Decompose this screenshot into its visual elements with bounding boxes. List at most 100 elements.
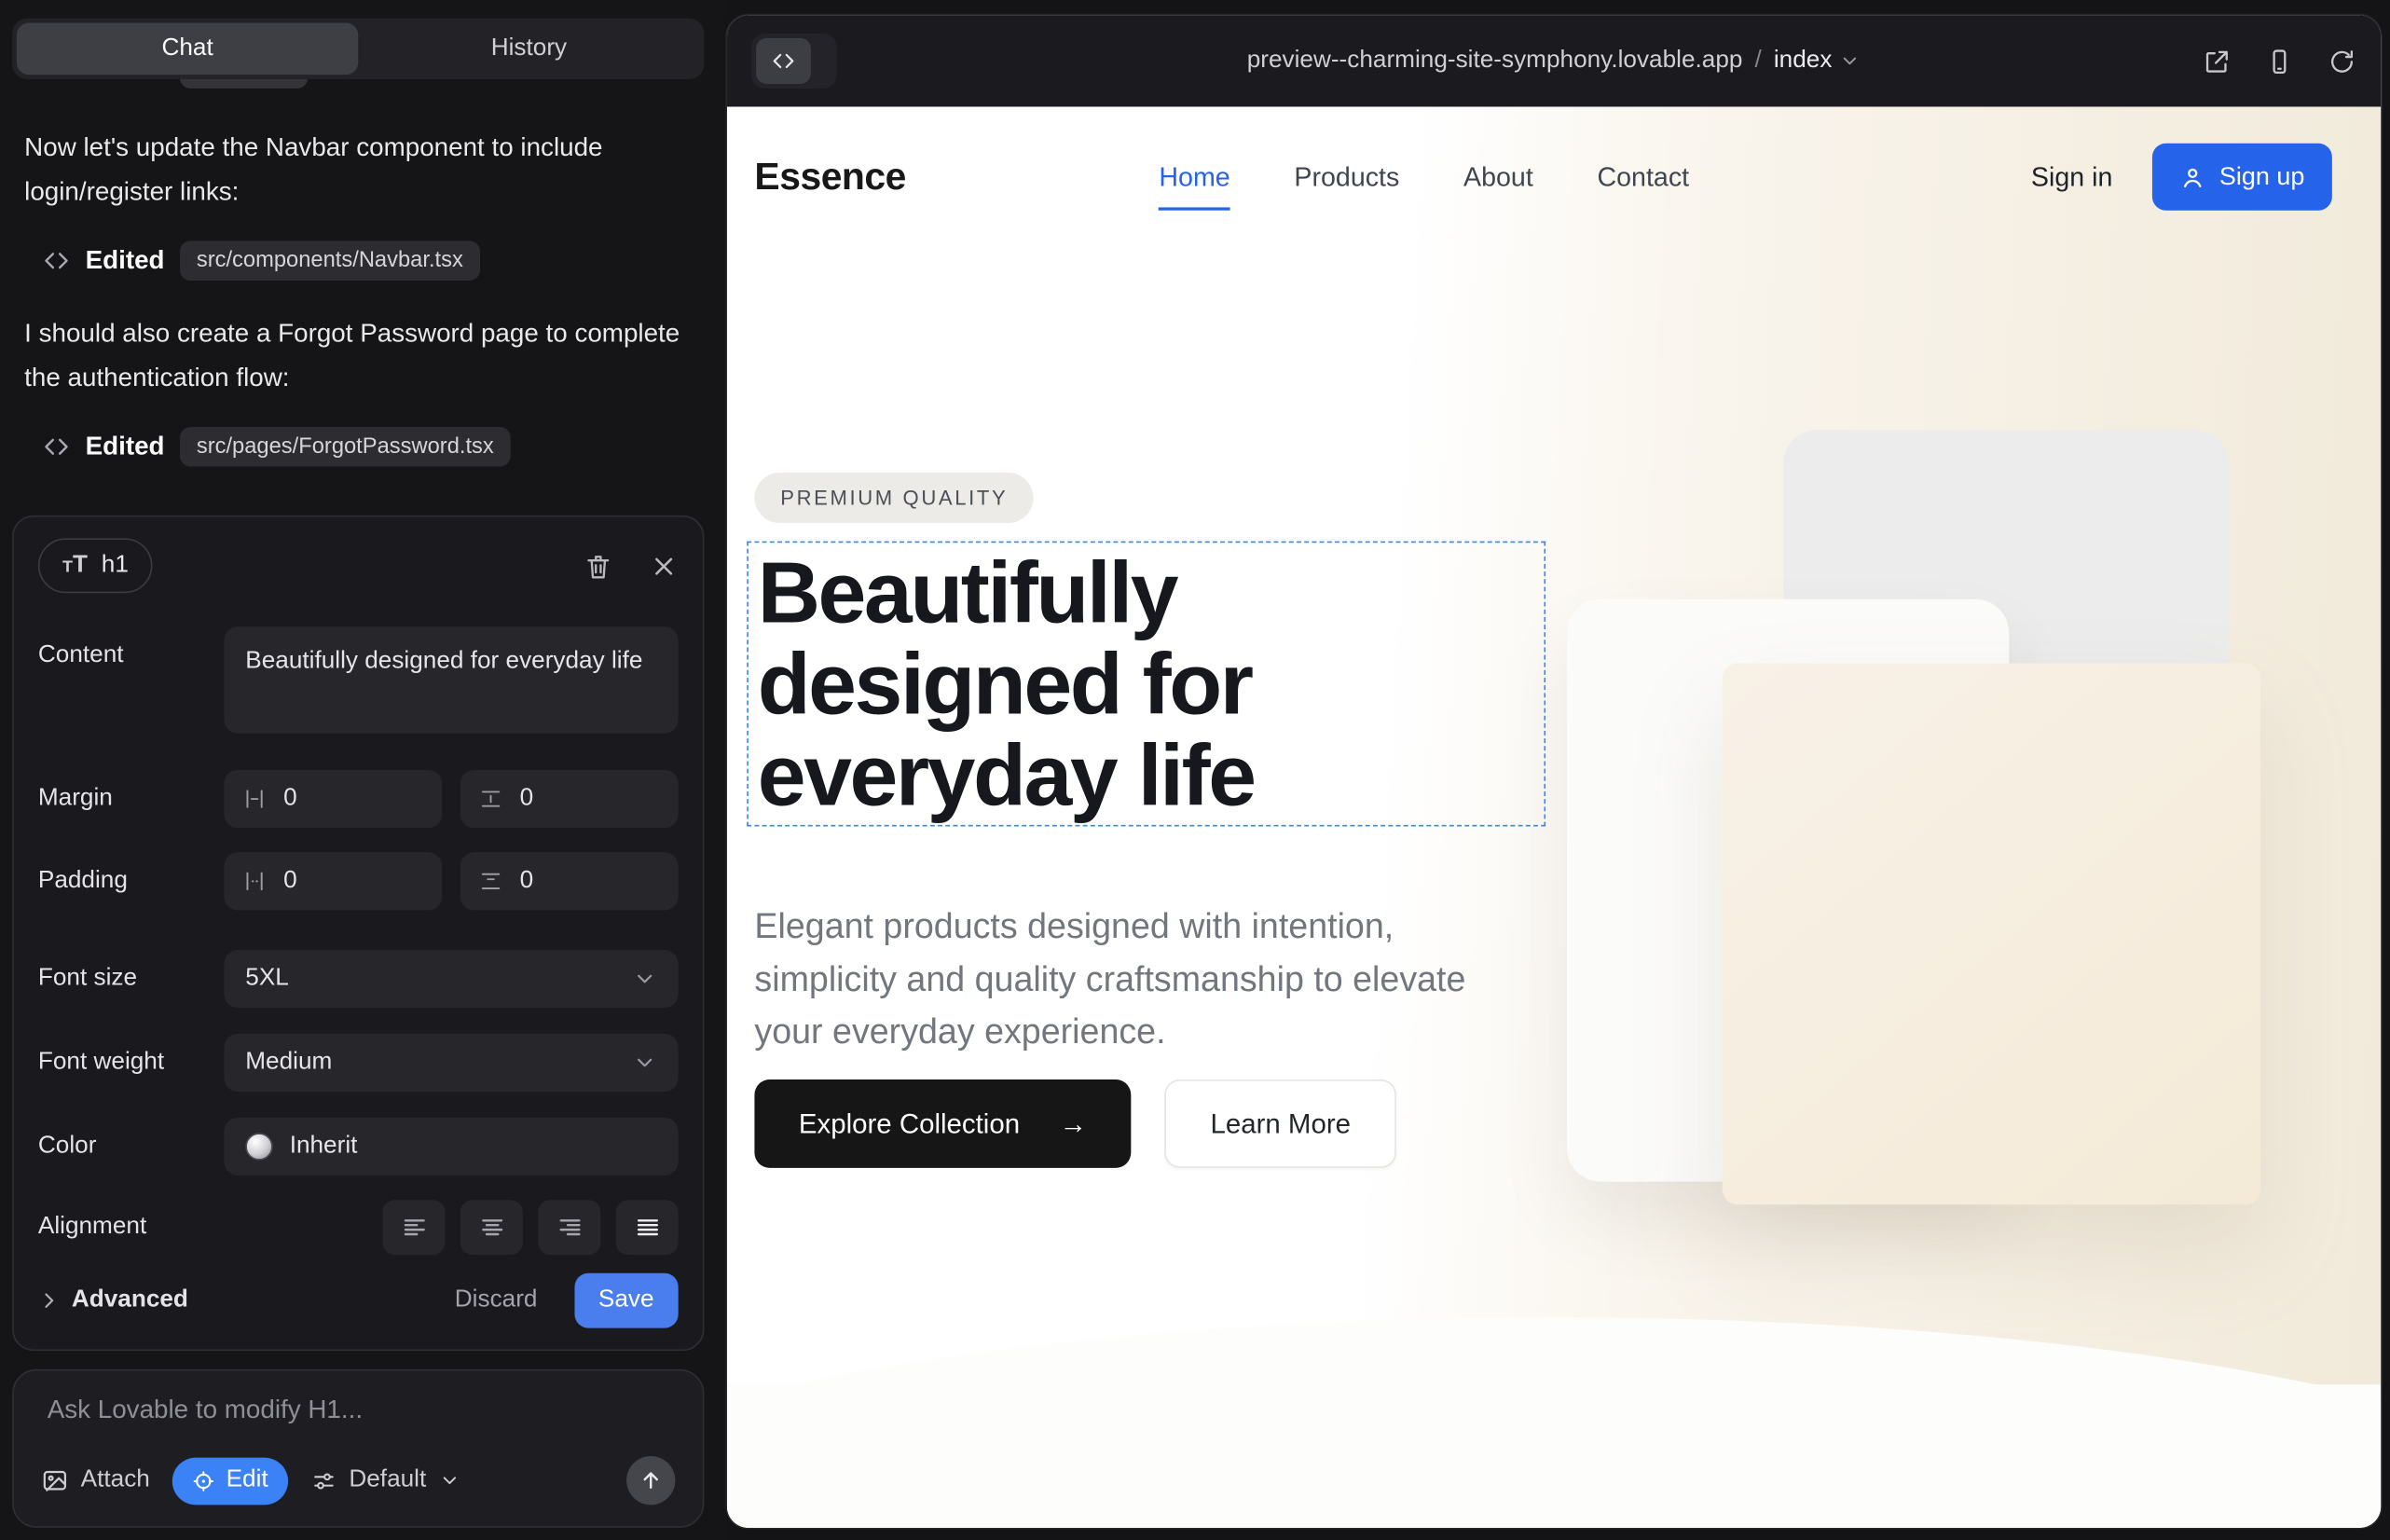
brand-logo[interactable]: Essence xyxy=(754,155,905,199)
chat-panel: Chat History Now let's update the Navbar… xyxy=(0,0,725,1540)
browser-toolbar: preview--charming-site-symphony.lovable.… xyxy=(727,15,2381,106)
nav-links: Home Products About Contact xyxy=(1159,161,1689,193)
explore-collection-button[interactable]: Explore Collection → xyxy=(754,1079,1131,1168)
content-label: Content xyxy=(38,626,224,669)
margin-y-input[interactable]: 0 xyxy=(460,770,679,828)
vertical-spacing-icon xyxy=(478,787,502,811)
composer: Attach Edit Default xyxy=(12,1369,704,1528)
color-select[interactable]: Inherit xyxy=(224,1118,678,1176)
page-name: index xyxy=(1774,48,1833,75)
url-separator: / xyxy=(1754,48,1761,75)
send-button[interactable] xyxy=(626,1456,675,1505)
model-default-button[interactable]: Default xyxy=(310,1466,460,1493)
color-value: Inherit xyxy=(290,1133,358,1160)
refresh-icon[interactable] xyxy=(2328,47,2356,76)
editor-footer: Advanced Discard Save xyxy=(38,1273,679,1328)
editor-header: TT h1 xyxy=(38,538,679,593)
hero-headline[interactable]: Beautifully designed for everyday life xyxy=(749,543,1545,826)
element-editor: TT h1 Content Beautifully designed for e… xyxy=(12,516,704,1351)
align-center-button[interactable] xyxy=(460,1200,523,1255)
edit-label: Edit xyxy=(227,1466,268,1493)
person-icon xyxy=(2179,164,2205,190)
attach-label: Attach xyxy=(81,1466,150,1493)
sign-up-button[interactable]: Sign up xyxy=(2152,144,2332,211)
edit-mode-button[interactable]: Edit xyxy=(172,1457,288,1505)
element-tag-label: h1 xyxy=(102,552,129,579)
image-icon xyxy=(41,1466,68,1493)
sliders-icon xyxy=(310,1467,337,1493)
chat-message: Now let's update the Navbar component to… xyxy=(24,125,682,213)
sign-in-link[interactable]: Sign in xyxy=(2031,161,2113,193)
margin-label: Margin xyxy=(38,785,224,812)
attach-button[interactable]: Attach xyxy=(41,1466,150,1493)
url-host: preview--charming-site-symphony.lovable.… xyxy=(1247,48,1743,75)
decor-card-cream xyxy=(1723,663,2260,1204)
browser-actions xyxy=(2203,47,2356,76)
file-chip[interactable]: src/pages/ForgotPassword.tsx xyxy=(180,427,511,467)
nav-link-about[interactable]: About xyxy=(1463,161,1533,193)
chat-thread: Now let's update the Navbar component to… xyxy=(24,125,682,497)
content-row: Content Beautifully designed for everyda… xyxy=(38,626,679,733)
edited-label: Edited xyxy=(86,245,165,276)
sign-up-label: Sign up xyxy=(2219,162,2305,191)
file-chip[interactable]: src/components/Navbar.tsx xyxy=(180,241,480,281)
code-toggle-button[interactable] xyxy=(756,38,811,84)
save-button[interactable]: Save xyxy=(574,1273,679,1328)
trash-icon[interactable] xyxy=(584,551,612,580)
composer-input[interactable] xyxy=(35,1389,681,1432)
font-size-value: 5XL xyxy=(245,965,289,992)
site-preview: Essence Home Products About Contact Sign… xyxy=(727,106,2381,1527)
code-icon xyxy=(43,433,70,461)
content-input[interactable]: Beautifully designed for everyday life xyxy=(224,626,678,733)
code-preview-toggle xyxy=(751,34,837,89)
align-right-button[interactable] xyxy=(538,1200,600,1255)
margin-x-input[interactable]: 0 xyxy=(224,770,442,828)
margin-x-value: 0 xyxy=(283,785,297,812)
padding-label: Padding xyxy=(38,868,224,895)
font-size-select[interactable]: 5XL xyxy=(224,950,678,1008)
padding-y-value: 0 xyxy=(520,868,534,895)
arrow-right-icon: → xyxy=(1060,1107,1087,1139)
chevron-right-icon xyxy=(38,1290,60,1312)
lovable-app: Chat History Now let's update the Navbar… xyxy=(0,0,2390,1540)
chevron-down-icon xyxy=(633,1051,657,1075)
chevron-down-icon xyxy=(438,1470,460,1492)
nav-link-products[interactable]: Products xyxy=(1294,161,1399,193)
chat-message: I should also create a Forgot Password p… xyxy=(24,311,682,400)
hero-cta-group: Explore Collection → Learn More xyxy=(754,1079,1396,1168)
advanced-label: Advanced xyxy=(72,1286,188,1313)
nav-link-contact[interactable]: Contact xyxy=(1597,161,1689,193)
color-swatch xyxy=(245,1133,272,1160)
align-justify-button[interactable] xyxy=(616,1200,679,1255)
selected-h1-outline[interactable]: Beautifully designed for everyday life xyxy=(747,542,1545,827)
discard-button[interactable]: Discard xyxy=(439,1274,552,1327)
padding-y-input[interactable]: 0 xyxy=(460,852,679,910)
chevron-down-icon xyxy=(633,967,657,991)
tab-chat[interactable]: Chat xyxy=(17,23,358,76)
open-external-icon[interactable] xyxy=(2203,47,2232,76)
font-weight-row: Font weight Medium xyxy=(38,1034,679,1092)
padding-x-input[interactable]: 0 xyxy=(224,852,442,910)
element-tag-badge[interactable]: TT h1 xyxy=(38,538,153,593)
learn-more-button[interactable]: Learn More xyxy=(1164,1079,1396,1168)
mobile-view-icon[interactable] xyxy=(2265,47,2294,76)
font-weight-label: Font weight xyxy=(38,1049,224,1076)
font-weight-select[interactable]: Medium xyxy=(224,1034,678,1092)
tab-history[interactable]: History xyxy=(358,23,699,76)
editor-actions xyxy=(584,551,678,580)
padding-row: Padding 0 0 xyxy=(38,852,679,910)
file-edit-row: Edited src/components/Navbar.tsx xyxy=(24,241,682,281)
vertical-padding-icon xyxy=(478,869,502,893)
padding-x-value: 0 xyxy=(283,868,297,895)
preview-browser: preview--charming-site-symphony.lovable.… xyxy=(727,15,2381,1528)
close-icon[interactable] xyxy=(650,551,679,580)
margin-y-value: 0 xyxy=(520,785,534,812)
advanced-toggle[interactable]: Advanced xyxy=(38,1286,188,1313)
default-label: Default xyxy=(349,1466,426,1493)
margin-row: Margin 0 0 xyxy=(38,770,679,828)
nav-link-home[interactable]: Home xyxy=(1159,161,1229,193)
page-selector[interactable]: index xyxy=(1774,48,1861,75)
url-bar[interactable]: preview--charming-site-symphony.lovable.… xyxy=(1247,48,1861,75)
text-size-icon: TT xyxy=(62,554,88,578)
align-left-button[interactable] xyxy=(382,1200,445,1255)
